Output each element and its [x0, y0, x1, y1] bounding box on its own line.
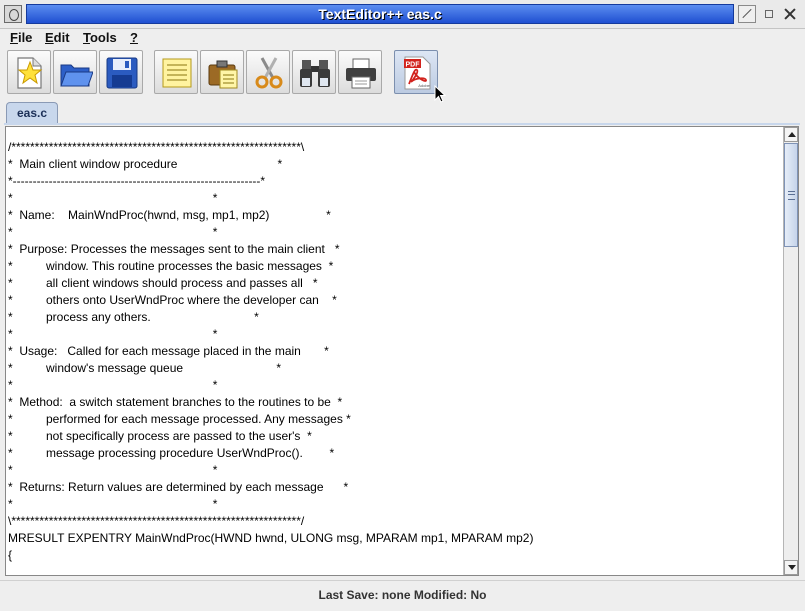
menu-file-label: ile [17, 30, 33, 45]
tab-eas-c[interactable]: eas.c [6, 102, 58, 124]
find-button[interactable] [292, 50, 336, 94]
code-line[interactable]: { [8, 547, 778, 564]
code-line[interactable]: * Returns: Return values are determined … [8, 479, 778, 496]
code-line[interactable]: * Main client window procedure * [8, 156, 778, 173]
new-file-button[interactable] [7, 50, 51, 94]
save-button[interactable] [99, 50, 143, 94]
paste-button[interactable] [200, 50, 244, 94]
code-line[interactable]: * * [8, 224, 778, 241]
code-text[interactable]: /***************************************… [8, 139, 778, 575]
pdf-icon-label: PDF [406, 62, 421, 69]
menu-tools-label: ools [89, 30, 117, 45]
pdf-icon: PDF Adobe [404, 56, 431, 90]
code-line[interactable]: *---------------------------------------… [8, 173, 778, 190]
print-button[interactable] [338, 50, 382, 94]
code-line[interactable]: MRESULT EXPENTRY MainWndProc(HWND hwnd, … [8, 530, 778, 547]
code-line[interactable]: * * [8, 326, 778, 343]
menu-edit-label: dit [53, 30, 70, 45]
floppy-disk-icon [106, 57, 138, 89]
status-bar: Last Save: none Modified: No [0, 580, 805, 609]
binoculars-icon [300, 60, 330, 87]
menu-file-mnemonic: F [10, 30, 18, 45]
close-button[interactable] [781, 5, 799, 23]
code-line[interactable]: * window's message queue * [8, 360, 778, 377]
open-folder-button[interactable] [53, 50, 97, 94]
editor-text-area[interactable]: /***************************************… [5, 126, 799, 576]
code-line[interactable]: * others onto UserWndProc where the deve… [8, 292, 778, 309]
notes-button[interactable] [154, 50, 198, 94]
star-document-icon [17, 57, 43, 89]
code-line[interactable]: * Method: a switch statement branches to… [8, 394, 778, 411]
code-line[interactable]: * * [8, 190, 778, 207]
menu-bar: File Edit Tools ? [0, 28, 805, 47]
code-line[interactable]: * Name: MainWndProc(hwnd, msg, mp1, mp2)… [8, 207, 778, 224]
notepad-icon [162, 58, 192, 88]
toolbar: PDF Adobe [0, 48, 805, 98]
export-pdf-button[interactable]: PDF Adobe [394, 50, 438, 94]
code-line[interactable]: * Purpose: Processes the messages sent t… [8, 241, 778, 258]
menu-tools[interactable]: Tools [83, 30, 117, 45]
window-menu-icon[interactable] [4, 5, 22, 23]
printer-icon [346, 58, 376, 89]
maximize-button[interactable] [738, 5, 756, 23]
code-line[interactable]: /***************************************… [8, 139, 778, 156]
vertical-scrollbar[interactable] [783, 127, 798, 575]
code-line[interactable]: * * [8, 377, 778, 394]
code-line[interactable]: * window. This routine processes the bas… [8, 258, 778, 275]
mouse-pointer-icon [434, 85, 447, 103]
code-line[interactable]: * performed for each message processed. … [8, 411, 778, 428]
tab-strip-border [4, 123, 800, 125]
window-title: TextEditor++ eas.c [318, 6, 442, 22]
code-line[interactable]: * message processing procedure UserWndPr… [8, 445, 778, 462]
menu-edit[interactable]: Edit [45, 30, 70, 45]
menu-edit-mnemonic: E [45, 30, 54, 45]
menu-tools-mnemonic: T [83, 30, 90, 45]
menu-help-mnemonic: ? [130, 30, 138, 45]
menu-help[interactable]: ? [130, 30, 138, 45]
code-line[interactable]: * not specifically process are passed to… [8, 428, 778, 445]
window-titlebar[interactable]: TextEditor++ eas.c [0, 0, 805, 29]
code-line[interactable]: * all client windows should process and … [8, 275, 778, 292]
scroll-grip-icon [788, 191, 795, 200]
scroll-up-button[interactable] [784, 127, 798, 142]
code-line[interactable]: * * [8, 496, 778, 513]
code-line[interactable]: * process any others. * [8, 309, 778, 326]
code-line[interactable]: * Usage: Called for each message placed … [8, 343, 778, 360]
clipboard-icon [208, 60, 238, 89]
restore-button[interactable] [760, 5, 778, 23]
scissors-icon [255, 57, 283, 89]
cut-button[interactable] [246, 50, 290, 94]
title-strip[interactable]: TextEditor++ eas.c [26, 4, 734, 24]
scroll-down-button[interactable] [784, 560, 798, 575]
menu-file[interactable]: File [10, 30, 32, 45]
pdf-icon-sublabel: Adobe [418, 83, 430, 88]
code-line[interactable]: * * [8, 462, 778, 479]
folder-icon [60, 64, 93, 87]
scroll-thumb[interactable] [784, 143, 798, 247]
code-line[interactable]: \***************************************… [8, 513, 778, 530]
